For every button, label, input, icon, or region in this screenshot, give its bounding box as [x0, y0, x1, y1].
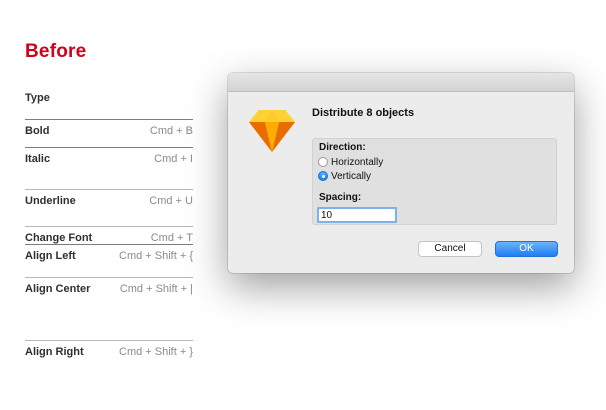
shortcut-keys: Cmd + T [150, 232, 193, 244]
shortcut-name: Italic [25, 153, 51, 165]
shortcut-keys: Cmd + B [149, 125, 193, 137]
divider [25, 277, 193, 278]
sketch-diamond-icon [249, 110, 295, 152]
shortcut-keys: Cmd + I [154, 153, 193, 165]
radio-vertically[interactable]: Vertically [318, 170, 371, 182]
divider [25, 244, 193, 245]
shortcut-row-italic: Italic Cmd + I [25, 153, 193, 165]
direction-label: Direction: [319, 142, 366, 153]
dialog-titlebar[interactable] [228, 73, 574, 92]
divider [25, 119, 193, 120]
distribute-dialog: Distribute 8 objects Direction: Horizont… [228, 73, 574, 273]
shortcut-keys: Cmd + Shift + { [119, 250, 193, 262]
divider [25, 226, 193, 227]
shortcut-row-change-font: Change Font Cmd + T [25, 232, 193, 244]
shortcut-name: Change Font [25, 232, 93, 244]
divider [25, 147, 193, 148]
radio-horizontally[interactable]: Horizontally [318, 156, 383, 168]
shortcut-keys: Cmd + Shift + } [119, 346, 193, 358]
divider [25, 340, 193, 341]
radio-label: Horizontally [331, 156, 384, 168]
shortcut-keys: Cmd + Shift + | [119, 283, 193, 295]
radio-label: Vertically [331, 170, 372, 182]
options-group: Direction: Horizontally Vertically Spaci… [312, 138, 557, 225]
shortcut-name: Align Right [25, 346, 84, 358]
dialog-heading: Distribute 8 objects [312, 107, 415, 119]
radio-button-on[interactable] [318, 171, 328, 181]
shortcut-row-align-left: Align Left Cmd + Shift + { [25, 250, 193, 262]
shortcut-keys: Cmd + U [149, 195, 193, 207]
shortcut-row-bold: Bold Cmd + B [25, 125, 193, 137]
shortcut-name: Align Center [25, 283, 91, 295]
spacing-label: Spacing: [319, 192, 362, 203]
spacing-input[interactable] [317, 207, 397, 223]
page-title: Before [25, 41, 87, 62]
shortcut-row-underline: Underline Cmd + U [25, 195, 193, 207]
ok-button[interactable]: OK [495, 241, 558, 257]
type-column-heading: Type [25, 92, 50, 104]
radio-button-off[interactable] [318, 157, 328, 167]
cancel-button[interactable]: Cancel [418, 241, 482, 257]
shortcut-name: Underline [25, 195, 76, 207]
shortcut-row-align-center: Align Center Cmd + Shift + | [25, 283, 193, 295]
shortcut-row-align-right: Align Right Cmd + Shift + } [25, 346, 193, 358]
shortcut-name: Bold [25, 125, 50, 137]
shortcut-name: Align Left [25, 250, 76, 262]
divider [25, 189, 193, 190]
